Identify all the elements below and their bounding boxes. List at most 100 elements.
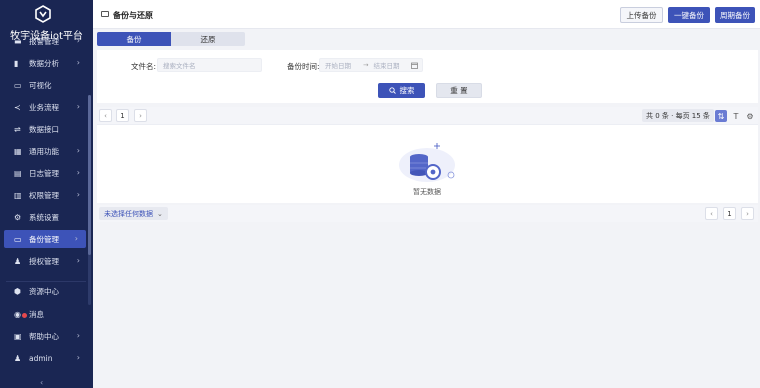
- tab-bar: 备份 还原: [97, 32, 245, 46]
- tab-restore[interactable]: 还原: [171, 32, 245, 46]
- backup-time-label: 备份时间:: [287, 62, 320, 71]
- start-date-input[interactable]: 开始日期: [325, 60, 351, 70]
- sidebar-item-label: 数据接口: [29, 124, 59, 134]
- search-panel: 文件名: 搜索文件名 备份时间: 开始日期 → 结束日期 搜索 重 置: [97, 50, 758, 103]
- table-toolbar: ‹ 1 › 共 0 条 · 每页 15 条 ⇅ T ⚙: [97, 107, 758, 124]
- sidebar-item-label: 帮助中心: [29, 331, 59, 341]
- footer-prev-page-button[interactable]: ‹: [705, 207, 718, 220]
- help-icon: ▣: [14, 331, 22, 341]
- monitor-icon: ▭: [14, 80, 22, 90]
- tab-backup[interactable]: 备份: [97, 32, 171, 46]
- sidebar-bottom-item-3[interactable]: ♟ admin ›: [0, 349, 88, 367]
- sidebar-item-label: 可视化: [29, 80, 52, 90]
- chevron-right-icon: ›: [76, 168, 80, 177]
- sidebar-item-6[interactable]: ▤ 日志管理 ›: [0, 164, 88, 182]
- sidebar-item-0[interactable]: ▬ 报警管理 ›: [0, 32, 88, 50]
- backup-icon: [101, 11, 109, 17]
- chevron-right-icon: ›: [76, 36, 80, 45]
- empty-state-text: 暂无数据: [413, 188, 441, 196]
- calendar-icon: [411, 62, 418, 69]
- sidebar-item-9[interactable]: ▭ 备份管理 ›: [4, 230, 86, 248]
- sidebar-item-label: 资源中心: [29, 286, 59, 296]
- sidebar-item-label: 消息: [29, 309, 44, 319]
- search-icon: [388, 87, 396, 94]
- folder-icon: ▥: [14, 190, 22, 200]
- text-size-icon[interactable]: T: [730, 110, 742, 122]
- sidebar-bottom-item-0[interactable]: ⬢ 资源中心: [0, 282, 88, 300]
- selection-status: 未选择任何数据: [104, 209, 153, 218]
- bar-chart-icon: ▮: [14, 58, 19, 68]
- chevron-down-icon: ⌄: [157, 209, 163, 218]
- prev-page-button[interactable]: ‹: [99, 109, 112, 122]
- logo-icon: [35, 5, 51, 23]
- sidebar-bottom-item-2[interactable]: ▣ 帮助中心 ›: [0, 327, 88, 345]
- message-badge-dot: [22, 313, 27, 318]
- search-button[interactable]: 搜索: [378, 83, 425, 98]
- table-footer: 未选择任何数据 ⌄ ‹ 1 ›: [97, 205, 758, 222]
- backup-icon: ▭: [14, 234, 22, 244]
- periodic-backup-button[interactable]: 周期备份: [715, 7, 755, 23]
- sidebar-item-3[interactable]: ≺ 业务流程 ›: [0, 98, 88, 116]
- sidebar-item-1[interactable]: ▮ 数据分析 ›: [0, 54, 88, 72]
- grid-icon: ▦: [14, 146, 22, 156]
- search-button-label: 搜索: [399, 86, 415, 95]
- chevron-right-icon: ›: [76, 102, 80, 111]
- sidebar-item-label: 业务流程: [29, 102, 59, 112]
- column-height-icon[interactable]: ⇅: [715, 110, 727, 122]
- header-bar: 备份与还原 上传备份 一键备份 周期备份: [93, 0, 760, 29]
- footer-next-page-button[interactable]: ›: [741, 207, 754, 220]
- chevron-right-icon: ›: [76, 146, 80, 155]
- sidebar-scrollbar-thumb[interactable]: [88, 95, 91, 255]
- empty-data-illustration-icon: [399, 143, 455, 182]
- sidebar-item-5[interactable]: ▦ 通用功能 ›: [0, 142, 88, 160]
- page-title: 备份与还原: [113, 11, 153, 20]
- range-separator: →: [363, 61, 369, 69]
- cube-icon: ⬢: [14, 286, 21, 296]
- settings-icon[interactable]: ⚙: [744, 110, 756, 122]
- one-key-backup-button[interactable]: 一键备份: [668, 7, 710, 23]
- next-page-button[interactable]: ›: [134, 109, 147, 122]
- sidebar-item-label: 日志管理: [29, 168, 59, 178]
- filename-label: 文件名:: [131, 62, 157, 71]
- date-range-picker[interactable]: 开始日期 → 结束日期: [319, 58, 423, 72]
- footer-page-number-1[interactable]: 1: [723, 207, 736, 220]
- sidebar: 牧宇设备iot平台 ▬ 报警管理 › ▮ 数据分析 › ▭ 可视化 ≺ 业务流程 › ⇌ 数据接口 ▦ 通用…: [0, 0, 93, 388]
- collapse-chevron-icon[interactable]: ‹: [40, 378, 43, 387]
- sidebar-item-4[interactable]: ⇌ 数据接口: [0, 120, 88, 138]
- selection-dropdown[interactable]: 未选择任何数据 ⌄: [99, 207, 168, 220]
- chevron-right-icon: ›: [76, 353, 80, 362]
- chevron-right-icon: ›: [76, 331, 80, 340]
- sidebar-item-label: 通用功能: [29, 146, 59, 156]
- filename-input[interactable]: 搜索文件名: [157, 58, 262, 72]
- gear-icon: ⚙: [14, 212, 22, 222]
- upload-backup-button[interactable]: 上传备份: [620, 7, 663, 23]
- chevron-right-icon: ›: [76, 190, 80, 199]
- user-key-icon: ♟: [14, 256, 22, 266]
- chevron-right-icon: ›: [74, 234, 78, 243]
- sidebar-divider: [6, 281, 86, 282]
- sidebar-item-label: 系统设置: [29, 212, 59, 222]
- sidebar-item-label: 备份管理: [29, 234, 59, 244]
- user-icon: ♟: [14, 353, 22, 363]
- share-icon: ≺: [14, 102, 21, 112]
- end-date-input[interactable]: 结束日期: [373, 60, 399, 70]
- sidebar-item-label: 授权管理: [29, 256, 59, 266]
- link-icon: ⇌: [14, 124, 21, 134]
- data-table: 暂无数据: [97, 124, 758, 203]
- sidebar-item-10[interactable]: ♟ 授权管理 ›: [0, 252, 88, 270]
- sidebar-item-7[interactable]: ▥ 权限管理 ›: [0, 186, 88, 204]
- alarm-icon: ▬: [14, 36, 22, 46]
- page-number-1[interactable]: 1: [116, 109, 129, 122]
- chevron-right-icon: ›: [76, 58, 80, 67]
- log-icon: ▤: [14, 168, 22, 178]
- chevron-right-icon: ›: [76, 256, 80, 265]
- pagination-summary[interactable]: 共 0 条 · 每页 15 条: [642, 109, 714, 122]
- sidebar-bottom-item-1[interactable]: ◉ 消息: [0, 305, 88, 323]
- sidebar-item-label: 权限管理: [29, 190, 59, 200]
- sidebar-item-label: 数据分析: [29, 58, 59, 68]
- sidebar-item-2[interactable]: ▭ 可视化: [0, 76, 88, 94]
- sidebar-item-label: 报警管理: [29, 36, 59, 46]
- sidebar-item-label: admin: [29, 353, 53, 363]
- reset-button[interactable]: 重 置: [436, 83, 482, 98]
- sidebar-item-8[interactable]: ⚙ 系统设置: [0, 208, 88, 226]
